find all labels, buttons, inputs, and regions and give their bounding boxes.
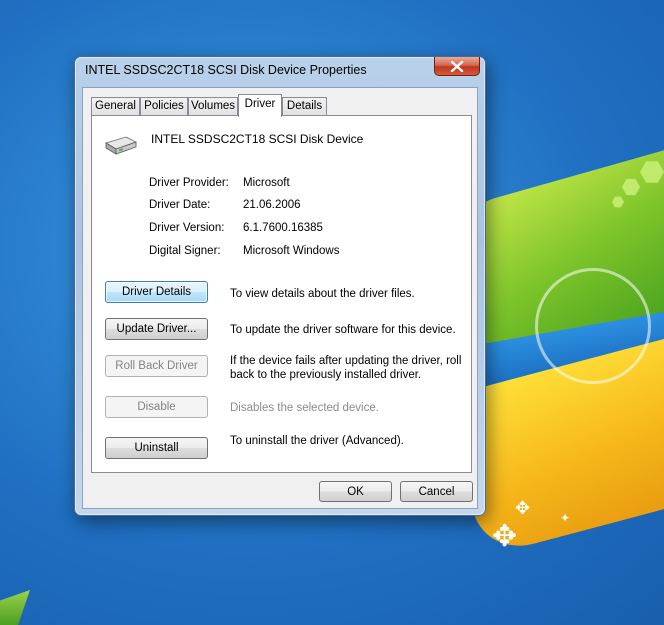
disable-button[interactable]: Disable [105, 396, 208, 418]
wallpaper-swirl [535, 268, 651, 384]
disable-description: Disables the selected device. [230, 402, 379, 414]
driver-version-value: 6.1.7600.16385 [243, 222, 323, 234]
roll-back-driver-button[interactable]: Roll Back Driver [105, 355, 208, 377]
roll-back-driver-description: If the device fails after updating the d… [230, 355, 462, 381]
close-button[interactable] [434, 57, 480, 76]
driver-provider-label: Driver Provider: [149, 177, 229, 189]
driver-details-description: To view details about the driver files. [230, 288, 415, 300]
driver-date-value: 21.06.2006 [243, 199, 301, 211]
close-icon [450, 60, 464, 72]
tab-details[interactable]: Details [282, 97, 327, 116]
uninstall-description: To uninstall the driver (Advanced). [230, 435, 404, 447]
device-name: INTEL SSDSC2CT18 SCSI Disk Device [151, 132, 364, 146]
dialog-client-area: General Policies Volumes Driver Details … [82, 87, 478, 509]
wallpaper-sparkle-icon: ✥ [492, 519, 518, 554]
tab-volumes[interactable]: Volumes [188, 97, 238, 116]
disk-drive-icon [105, 136, 138, 155]
driver-tab-panel: INTEL SSDSC2CT18 SCSI Disk Device Driver… [91, 115, 472, 473]
tab-general[interactable]: General [91, 97, 140, 116]
update-driver-description: To update the driver software for this d… [230, 324, 456, 336]
ok-button[interactable]: OK [319, 481, 392, 502]
driver-provider-value: Microsoft [243, 177, 290, 189]
update-driver-button[interactable]: Update Driver... [105, 318, 208, 340]
driver-date-label: Driver Date: [149, 199, 211, 211]
uninstall-button[interactable]: Uninstall [105, 437, 208, 459]
digital-signer-label: Digital Signer: [149, 245, 221, 257]
driver-details-button[interactable]: Driver Details [105, 281, 208, 303]
wallpaper-sparkle-icon: ✥ [515, 498, 531, 519]
wallpaper-leaf [0, 590, 30, 625]
tab-driver[interactable]: Driver [238, 94, 282, 117]
tab-policies[interactable]: Policies [140, 97, 188, 116]
window-title: INTEL SSDSC2CT18 SCSI Disk Device Proper… [85, 63, 367, 77]
wallpaper-sparkle-icon: ✦ [560, 511, 571, 525]
driver-version-label: Driver Version: [149, 222, 225, 234]
properties-dialog: INTEL SSDSC2CT18 SCSI Disk Device Proper… [74, 56, 486, 516]
cancel-button[interactable]: Cancel [400, 481, 473, 502]
digital-signer-value: Microsoft Windows [243, 245, 340, 257]
